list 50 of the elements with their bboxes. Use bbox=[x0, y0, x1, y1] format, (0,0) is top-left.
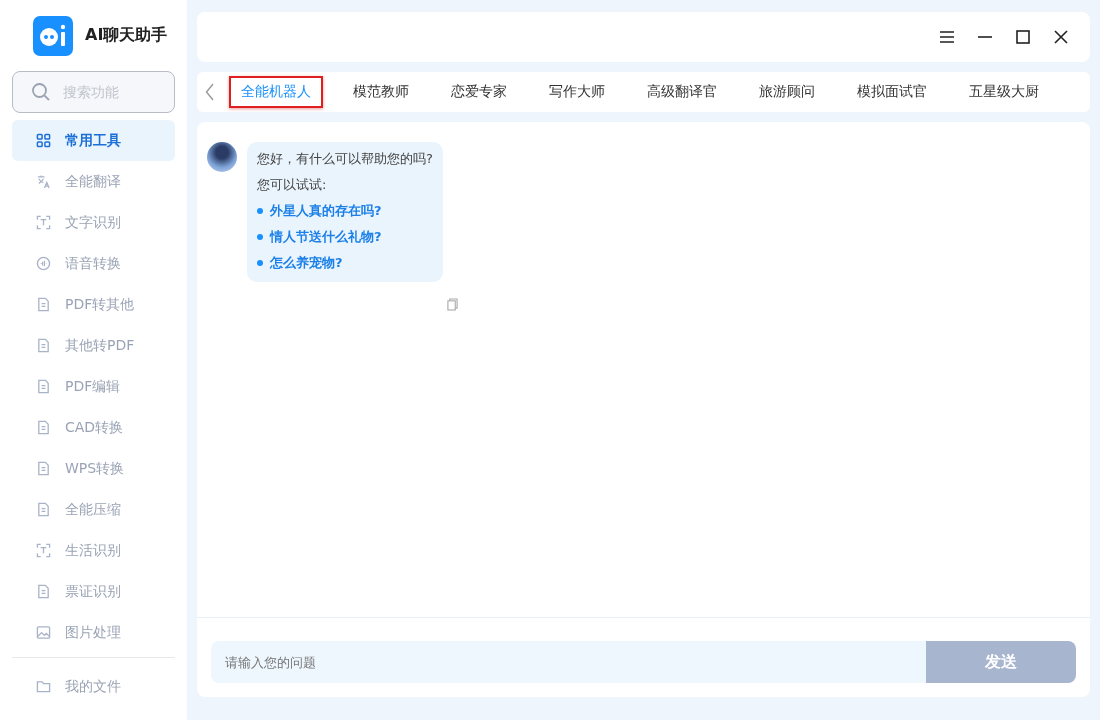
sidebar-item[interactable]: PDF转其他 bbox=[12, 284, 175, 325]
menu-icon[interactable] bbox=[939, 29, 955, 45]
sidebar-item[interactable]: 图片处理 bbox=[12, 612, 175, 653]
bullet-icon bbox=[257, 234, 263, 240]
sidebar-item[interactable]: 常用工具 bbox=[12, 120, 175, 161]
bullet-icon bbox=[257, 260, 263, 266]
text-scan-icon bbox=[36, 215, 51, 230]
image-icon bbox=[36, 625, 51, 640]
chevron-left-icon[interactable] bbox=[205, 83, 215, 101]
sidebar-item[interactable]: CAD转换 bbox=[12, 407, 175, 448]
sidebar-item[interactable]: 全能翻译 bbox=[12, 161, 175, 202]
document-icon bbox=[36, 297, 51, 312]
sidebar-item[interactable]: 文字识别 bbox=[12, 202, 175, 243]
app-logo-icon bbox=[33, 15, 73, 56]
audio-icon bbox=[36, 256, 51, 271]
document-icon bbox=[36, 379, 51, 394]
translate-icon bbox=[36, 174, 51, 189]
maximize-icon[interactable] bbox=[1015, 29, 1031, 45]
question-input[interactable]: 请输入您的问题 bbox=[211, 641, 926, 683]
sidebar-item[interactable]: WPS转换 bbox=[12, 448, 175, 489]
bot-avatar bbox=[207, 142, 237, 172]
close-icon[interactable] bbox=[1053, 29, 1069, 45]
sidebar-item[interactable]: 我的文件 bbox=[12, 666, 175, 707]
tab[interactable]: 高级翻译官 bbox=[635, 76, 729, 108]
sidebar-item[interactable]: 全能压缩 bbox=[12, 489, 175, 530]
prompt-text: 您可以试试: bbox=[257, 176, 328, 194]
tab[interactable]: 模范教师 bbox=[341, 76, 421, 108]
tab[interactable]: 五星级大厨 bbox=[957, 76, 1051, 108]
grid-icon bbox=[36, 133, 51, 148]
suggestion-link[interactable]: 外星人真的存在吗? bbox=[270, 202, 382, 220]
app-title: AI聊天助手 bbox=[85, 25, 168, 46]
document-icon bbox=[36, 461, 51, 476]
tab[interactable]: 恋爱专家 bbox=[439, 76, 519, 108]
sidebar-item[interactable]: 语音转换 bbox=[12, 243, 175, 284]
sidebar-item[interactable]: 生活识别 bbox=[12, 530, 175, 571]
tab[interactable]: 旅游顾问 bbox=[747, 76, 827, 108]
sidebar-item[interactable]: 票证识别 bbox=[12, 571, 175, 612]
sidebar-item[interactable]: 其他转PDF bbox=[12, 325, 175, 366]
bullet-icon bbox=[257, 208, 263, 214]
document-icon bbox=[36, 338, 51, 353]
folder-icon bbox=[36, 679, 51, 694]
sidebar-item[interactable]: PDF编辑 bbox=[12, 366, 175, 407]
tab[interactable]: 全能机器人 bbox=[229, 76, 323, 108]
search-icon bbox=[31, 82, 51, 102]
tab[interactable]: 写作大师 bbox=[537, 76, 617, 108]
document-icon bbox=[36, 420, 51, 435]
greeting-text: 您好，有什么可以帮助您的吗? bbox=[257, 150, 433, 168]
suggestion-link[interactable]: 情人节送什么礼物? bbox=[270, 228, 382, 246]
suggestion-link[interactable]: 怎么养宠物? bbox=[270, 254, 343, 272]
tab[interactable]: 模拟面试官 bbox=[845, 76, 939, 108]
